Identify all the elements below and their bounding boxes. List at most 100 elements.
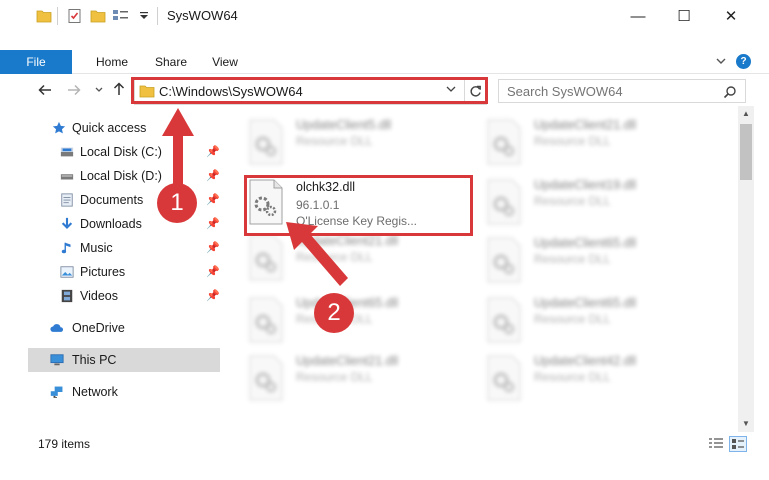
drive-icon [60, 147, 74, 157]
film-icon [61, 289, 73, 303]
picture-icon [60, 266, 74, 278]
file-description: O'License Key Regis... [296, 214, 418, 228]
up-arrow-icon[interactable] [113, 82, 125, 96]
pin-icon[interactable]: 📌 [206, 188, 220, 212]
chevron-down-icon[interactable] [446, 85, 456, 93]
search-input[interactable] [507, 80, 717, 102]
sidebar-item-this-pc[interactable]: This PC [28, 348, 220, 372]
refresh-button[interactable] [464, 79, 486, 104]
tab-home[interactable]: Home [86, 50, 138, 74]
sidebar-item-label: This PC [72, 353, 117, 367]
file-type: Resource DLL [296, 250, 373, 264]
sidebar-item-quick-access[interactable]: Quick access [0, 116, 222, 140]
computer-icon [50, 354, 64, 366]
file-item[interactable]: UpdateClient19.dll Resource DLL [484, 178, 714, 236]
file-item[interactable]: UpdateClient5.dll Resource DLL [246, 118, 476, 176]
title-bar: SysWOW64 — ☐ ✕ [0, 0, 769, 32]
pin-icon[interactable]: 📌 [206, 260, 220, 284]
minimize-button[interactable]: — [615, 0, 661, 32]
address-bar[interactable]: C:\Windows\SysWOW64 [134, 78, 487, 105]
step-2-badge: 2 [314, 293, 354, 333]
scroll-up-button[interactable]: ▲ [738, 106, 754, 122]
sidebar-item-videos[interactable]: Videos 📌 [0, 284, 222, 308]
sidebar-item-label: Local Disk (C:) [80, 145, 162, 159]
navigation-pane: Quick access Local Disk (C:) 📌 Local Dis… [0, 112, 222, 432]
sidebar-item-label: Videos [80, 289, 118, 303]
customize-toolbar-icon[interactable] [112, 8, 130, 24]
properties-icon[interactable] [67, 8, 83, 24]
dll-file-icon [487, 297, 521, 343]
folder-icon[interactable] [36, 8, 52, 24]
cloud-icon [50, 324, 64, 332]
star-icon [52, 121, 66, 134]
tab-view[interactable]: View [201, 50, 249, 74]
search-icon[interactable] [723, 85, 737, 99]
close-button[interactable]: ✕ [708, 0, 754, 32]
dll-file-icon [249, 297, 283, 343]
file-item[interactable]: UpdateClient65.dll Resource DLL [246, 296, 476, 354]
target-file-item[interactable]: olchk32.dll 96.1.0.1 O'License Key Regis… [246, 178, 466, 236]
sidebar-item-network[interactable]: Network [0, 380, 222, 404]
file-type: Resource DLL [534, 312, 611, 326]
dll-file-icon [487, 119, 521, 165]
scroll-thumb[interactable] [740, 124, 752, 180]
file-item[interactable]: UpdateClient21.dll Resource DLL [246, 354, 476, 412]
sidebar-item-music[interactable]: Music 📌 [0, 236, 222, 260]
sidebar-item-label: OneDrive [72, 321, 125, 335]
music-note-icon [61, 242, 71, 254]
sidebar-item-local-disk-c[interactable]: Local Disk (C:) 📌 [0, 140, 222, 164]
folder-icon [139, 85, 155, 98]
tab-file[interactable]: File [0, 50, 72, 74]
details-view-icon[interactable] [708, 437, 724, 451]
dll-file-icon [487, 355, 521, 401]
scroll-down-button[interactable]: ▼ [738, 416, 754, 432]
file-item[interactable]: UpdateClient21.dll Resource DLL [246, 234, 476, 292]
dropdown-arrow-icon[interactable] [140, 12, 148, 20]
file-name: UpdateClient65.dll [534, 236, 637, 250]
address-path[interactable]: C:\Windows\SysWOW64 [159, 84, 303, 99]
file-type: Resource DLL [534, 370, 611, 384]
file-name: UpdateClient5.dll [296, 118, 392, 132]
pin-icon[interactable]: 📌 [206, 212, 220, 236]
sidebar-item-label: Network [72, 385, 118, 399]
window-title: SysWOW64 [167, 8, 238, 23]
file-item[interactable]: UpdateClient42.dll Resource DLL [484, 354, 714, 412]
expand-ribbon-icon[interactable] [716, 58, 726, 66]
tab-share[interactable]: Share [145, 50, 197, 74]
maximize-button[interactable]: ☐ [661, 0, 707, 32]
file-name: UpdateClient21.dll [296, 354, 399, 368]
file-item[interactable]: UpdateClient21.dll Resource DLL [484, 118, 714, 176]
sidebar-item-label: Documents [80, 193, 144, 207]
dll-file-icon [249, 235, 283, 281]
help-icon[interactable]: ? [736, 54, 751, 69]
pin-icon[interactable]: 📌 [206, 236, 220, 260]
sidebar-item-onedrive[interactable]: OneDrive [0, 316, 222, 340]
toolbar-divider [57, 7, 58, 25]
file-list: UpdateClient5.dll Resource DLL UpdateCli… [224, 110, 738, 430]
refresh-icon [470, 85, 481, 97]
file-name: UpdateClient65.dll [534, 296, 637, 310]
recent-locations-icon[interactable] [95, 87, 103, 93]
file-item[interactable]: UpdateClient65.dll Resource DLL [484, 236, 714, 294]
network-icon [50, 386, 63, 398]
download-arrow-icon [61, 217, 73, 229]
vertical-scrollbar[interactable]: ▲ ▼ [738, 106, 754, 432]
file-type: Resource DLL [296, 370, 373, 384]
forward-arrow-icon[interactable] [67, 84, 81, 96]
item-count: 179 items [38, 437, 91, 451]
pin-icon[interactable]: 📌 [206, 284, 220, 308]
sidebar-item-label: Downloads [80, 217, 142, 231]
file-item[interactable]: UpdateClient65.dll Resource DLL [484, 296, 714, 354]
new-folder-icon[interactable] [90, 8, 106, 24]
file-version: 96.1.0.1 [296, 198, 340, 212]
tiles-view-icon[interactable] [729, 436, 747, 452]
sidebar-item-local-disk-d[interactable]: Local Disk (D:) 📌 [0, 164, 222, 188]
search-box[interactable] [498, 79, 746, 103]
sidebar-item-label: Pictures [80, 265, 126, 279]
pin-icon[interactable]: 📌 [206, 164, 220, 188]
sidebar-item-pictures[interactable]: Pictures 📌 [0, 260, 222, 284]
ribbon-tabs: File Home Share View ? [0, 50, 769, 74]
back-arrow-icon[interactable] [38, 84, 52, 96]
step-1-badge: 1 [157, 183, 197, 223]
pin-icon[interactable]: 📌 [206, 140, 220, 164]
